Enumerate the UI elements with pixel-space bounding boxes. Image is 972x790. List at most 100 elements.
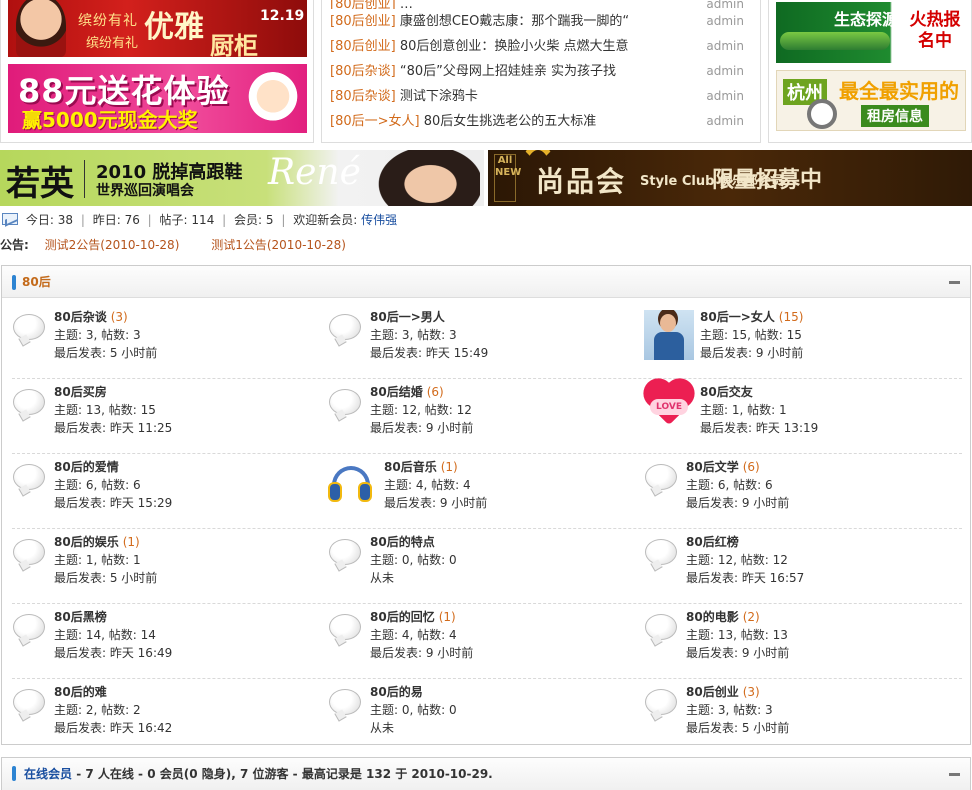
forum-name-link[interactable]: 80后黑榜 — [54, 610, 107, 624]
forum-name-link[interactable]: 80后一>男人 — [370, 310, 445, 324]
news-item[interactable]: [80后杂谈] 测试下涂鸦卡 admin — [330, 84, 754, 109]
forum-name-link[interactable]: 80后的娱乐 — [54, 535, 119, 549]
forum-name-link[interactable]: 80后文学 — [686, 460, 739, 474]
news-author[interactable]: admin — [702, 0, 744, 9]
forum-info: 80后的特点 主题: 0, 帖数: 0 从未 — [370, 533, 457, 587]
forum-name-link[interactable]: 80后杂谈 — [54, 310, 107, 324]
news-author[interactable]: admin — [702, 9, 744, 34]
forum-topic-stats: 主题: 0, 帖数: 0 — [370, 703, 457, 717]
news-item[interactable]: [80后创业] 80后创意创业：换脸小火柴 点燃大生意 admin — [330, 34, 754, 59]
news-title-link[interactable]: “80后”父母网上招娃娃亲 实为孩子找 — [400, 64, 616, 79]
speech-bubble-icon — [329, 539, 361, 565]
forum-last-post[interactable]: 最后发表: 5 小时前 — [54, 569, 157, 587]
announcement-link[interactable]: 测试2公告(2010-10-28) — [45, 238, 180, 252]
forum-info: 80后的回忆 (1) 主题: 4, 帖数: 4 最后发表: 9 小时前 — [370, 608, 473, 662]
forum-bubble-icon[interactable] — [644, 535, 678, 569]
forum-name-link[interactable]: 80后的爱情 — [54, 460, 119, 474]
forum-name-link[interactable]: 80后红榜 — [686, 535, 739, 549]
forum-bubble-icon[interactable] — [644, 610, 678, 644]
news-title-link[interactable]: 测试下涂鸦卡 — [400, 89, 478, 104]
ad-text: 赢5000元现金大奖 — [22, 108, 198, 132]
forum-last-post[interactable]: 最后发表: 9 小时前 — [700, 344, 803, 362]
news-category-link[interactable]: [80后创业] — [330, 14, 396, 29]
club-banner[interactable]: All NEW 尚品会 Style Club 俱乐部会员 限量招募中 — [488, 150, 972, 206]
forum-bubble-icon[interactable] — [328, 535, 362, 569]
forum-name-link[interactable]: 80后结婚 — [370, 385, 423, 399]
forum-bubble-icon[interactable] — [12, 310, 46, 344]
collapse-icon[interactable] — [949, 281, 960, 284]
forum-last-post[interactable]: 最后发表: 9 小时前 — [686, 644, 789, 662]
forum-bubble-icon[interactable] — [12, 685, 46, 719]
flower-ad-banner[interactable]: 88元送花体验 赢5000元现金大奖 — [8, 64, 307, 133]
forum-last-post[interactable]: 最后发表: 昨天 16:49 — [54, 644, 172, 662]
news-title-link[interactable]: … — [400, 0, 413, 9]
forum-last-post[interactable]: 最后发表: 昨天 13:19 — [700, 419, 818, 437]
news-category-link[interactable]: [80后创业] — [330, 39, 396, 54]
bottle-image — [780, 32, 890, 50]
news-author[interactable]: admin — [702, 109, 744, 134]
eco-ad-banner[interactable]: 生态探源 火热报名中 — [776, 2, 966, 63]
rental-ad-banner[interactable]: 杭州 最全最实用的 租房信息 — [776, 70, 966, 131]
forum-avatar-icon[interactable] — [644, 310, 694, 360]
forum-bubble-icon[interactable] — [12, 535, 46, 569]
new-member-link[interactable]: 传伟强 — [361, 213, 397, 227]
news-author[interactable]: admin — [702, 84, 744, 109]
forum-last-post[interactable]: 最后发表: 9 小时前 — [370, 644, 473, 662]
forum-bubble-icon[interactable] — [328, 685, 362, 719]
news-item[interactable]: [80后创业] 康盛创想CEO戴志康：那个踹我一脚的“ admin — [330, 9, 754, 34]
forum-last-post[interactable]: 最后发表: 昨天 15:49 — [370, 344, 488, 362]
news-author[interactable]: admin — [702, 59, 744, 84]
news-category-link[interactable]: [80后一>女人] — [330, 114, 420, 129]
forum-bubble-icon[interactable] — [12, 460, 46, 494]
forum-bubble-icon[interactable] — [328, 610, 362, 644]
forum-last-post[interactable]: 最后发表: 9 小时前 — [384, 494, 487, 512]
forum-bubble-icon[interactable] — [12, 385, 46, 419]
forum-name-link[interactable]: 80后交友 — [700, 385, 753, 399]
forum-last-post[interactable]: 最后发表: 9 小时前 — [370, 419, 473, 437]
forum-last-post[interactable]: 从未 — [370, 719, 457, 737]
forum-last-post[interactable]: 最后发表: 昨天 16:42 — [54, 719, 172, 737]
forum-bubble-icon[interactable] — [644, 460, 678, 494]
news-item[interactable]: [80后杂谈] “80后”父母网上招娃娃亲 实为孩子找 admin — [330, 59, 754, 84]
forum-last-post[interactable]: 最后发表: 5 小时前 — [54, 344, 157, 362]
cabinet-ad-banner[interactable]: 缤纷有礼 优雅 缤纷有礼 厨柜 12.19 — [8, 0, 307, 57]
news-category-link[interactable]: [80后杂谈] — [330, 89, 396, 104]
announcement-link[interactable]: 测试1公告(2010-10-28) — [211, 238, 346, 252]
category-title[interactable]: 80后 — [22, 275, 51, 289]
forum-bubble-icon[interactable] — [12, 610, 46, 644]
forum-last-post[interactable]: 最后发表: 5 小时前 — [686, 719, 789, 737]
collapse-icon[interactable] — [949, 773, 960, 776]
forum-name-link[interactable]: 80后音乐 — [384, 460, 437, 474]
forum-name-link[interactable]: 80后的回忆 — [370, 610, 435, 624]
concert-banner[interactable]: 若英 2010 脱掉高跟鞋 世界巡回演唱会 René — [0, 150, 484, 206]
forum-bubble-icon[interactable] — [644, 685, 678, 719]
news-title-link[interactable]: 80后创意创业：换脸小火柴 点燃大生意 — [400, 39, 629, 54]
forum-last-post[interactable]: 最后发表: 9 小时前 — [686, 494, 789, 512]
forum-last-post[interactable]: 最后发表: 昨天 11:25 — [54, 419, 172, 437]
forum-name-link[interactable]: 80后的难 — [54, 685, 107, 699]
forum-name-link[interactable]: 80的电影 — [686, 610, 739, 624]
news-item[interactable]: [80后一>女人] 80后女生挑选老公的五大标准 admin — [330, 109, 754, 134]
news-author[interactable]: admin — [702, 34, 744, 59]
forum-last-post[interactable]: 最后发表: 昨天 15:29 — [54, 494, 172, 512]
news-category-link[interactable]: [80后创业] — [330, 0, 396, 9]
forum-bubble-icon[interactable] — [328, 310, 362, 344]
news-title-link[interactable]: 康盛创想CEO戴志康：那个踹我一脚的“ — [400, 14, 629, 29]
online-title[interactable]: 在线会员 — [24, 767, 72, 781]
ad-text: 租房信息 — [861, 105, 929, 127]
news-item[interactable]: [80后创业] … admin — [330, 0, 754, 9]
forum-last-post[interactable]: 从未 — [370, 569, 457, 587]
forum-topic-stats: 主题: 4, 帖数: 4 — [370, 628, 457, 642]
forum-music-icon[interactable] — [328, 460, 372, 502]
forum-name-link[interactable]: 80后买房 — [54, 385, 107, 399]
news-title-link[interactable]: 80后女生挑选老公的五大标准 — [424, 114, 597, 129]
forum-last-post[interactable]: 最后发表: 昨天 16:57 — [686, 569, 804, 587]
forum-name-link[interactable]: 80后的特点 — [370, 535, 435, 549]
forum-bubble-icon[interactable] — [328, 385, 362, 419]
news-category-link[interactable]: [80后杂谈] — [330, 64, 396, 79]
forum-name-link[interactable]: 80后创业 — [686, 685, 739, 699]
forum-heart-icon[interactable]: LOVE — [644, 382, 691, 426]
forum-name-link[interactable]: 80后的易 — [370, 685, 423, 699]
forum-topic-stats: 主题: 12, 帖数: 12 — [370, 403, 472, 417]
forum-name-link[interactable]: 80后一>女人 — [700, 310, 775, 324]
